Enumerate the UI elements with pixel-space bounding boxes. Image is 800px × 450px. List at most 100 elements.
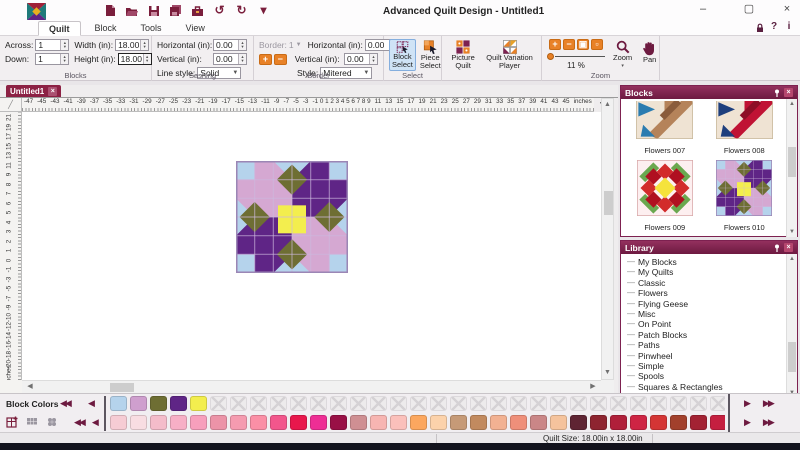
empty-color-slot[interactable] (450, 396, 467, 411)
empty-color-slot[interactable] (710, 396, 725, 411)
pin-icon[interactable] (773, 244, 781, 252)
fabric-color-swatch[interactable] (350, 415, 367, 430)
library-item-on-point[interactable]: —On Point (627, 319, 784, 329)
fabric-color-swatch[interactable] (190, 415, 207, 430)
save-as-icon[interactable] (169, 4, 182, 17)
across-spinner[interactable]: ▴▾ (60, 40, 68, 50)
library-scroll-thumb[interactable] (788, 342, 796, 372)
library-item-misc[interactable]: —Misc (627, 309, 784, 319)
library-item-flying-geese[interactable]: —Flying Geese (627, 299, 784, 309)
sashing-vertical-spinner[interactable]: ▴▾ (238, 54, 246, 64)
scroll-left-icon[interactable]: ◀ (24, 381, 36, 393)
fabric-color-swatch[interactable] (150, 415, 167, 430)
block-color-swatch[interactable] (190, 396, 207, 411)
restore-button[interactable]: ▢ (734, 2, 764, 17)
tab-block[interactable]: Block (85, 21, 127, 36)
fabric-color-swatch[interactable] (630, 415, 647, 430)
zoom-fit-icon[interactable]: ▣ (577, 39, 589, 50)
scroll-up-icon[interactable]: ▲ (787, 99, 797, 109)
quilt-block[interactable] (236, 161, 348, 273)
block-color-swatch[interactable] (110, 396, 127, 411)
empty-color-slot[interactable] (390, 396, 407, 411)
empty-color-slot[interactable] (630, 396, 647, 411)
empty-color-slot[interactable] (270, 396, 287, 411)
lock-icon[interactable] (755, 23, 765, 33)
tab-view[interactable]: View (176, 21, 215, 36)
fabric-color-swatch[interactable] (510, 415, 527, 430)
width-spinner[interactable]: ▴▾ (140, 40, 148, 50)
redo-icon[interactable]: ↻ (235, 4, 248, 17)
scroll-right-icon[interactable]: ▶ (587, 381, 599, 393)
library-item-patch-blocks[interactable]: —Patch Blocks (627, 330, 784, 340)
fabric-color-swatch[interactable] (490, 415, 507, 430)
empty-color-slot[interactable] (230, 396, 247, 411)
fabric-color-swatch[interactable] (550, 415, 567, 430)
empty-color-slot[interactable] (530, 396, 547, 411)
block-color-swatch[interactable] (170, 396, 187, 411)
forward-fabrics-icon[interactable]: ▶▶ (763, 417, 773, 428)
block-thumbnail-flowers-010[interactable]: Flowers 010 (705, 160, 785, 237)
scroll-up-icon[interactable]: ▲ (602, 99, 613, 111)
library-panel-scrollbar[interactable]: ▲ ▼ (786, 254, 797, 398)
library-item-squares-rectangles[interactable]: —Squares & Rectangles (627, 382, 784, 392)
palette-grid-icon[interactable] (26, 416, 38, 428)
pan-button[interactable]: Pan (640, 39, 659, 71)
quilt-variation-player-button[interactable]: Quilt Variation Player (483, 39, 536, 71)
fabric-color-swatch[interactable] (450, 415, 467, 430)
empty-color-slot[interactable] (410, 396, 427, 411)
block-color-swatch[interactable] (130, 396, 147, 411)
fabric-color-swatch[interactable] (250, 415, 267, 430)
next-color-icon[interactable]: ▶ (744, 398, 749, 409)
new-quilt-icon[interactable] (103, 4, 116, 17)
fabric-color-swatch[interactable] (130, 415, 147, 430)
fabric-color-swatch[interactable] (330, 415, 347, 430)
horizontal-scrollbar[interactable]: ◀ ▶ (22, 380, 601, 393)
fabric-color-swatch[interactable] (670, 415, 687, 430)
empty-color-slot[interactable] (650, 396, 667, 411)
export-icon[interactable] (191, 4, 204, 17)
library-panel-close-icon[interactable]: × (784, 243, 793, 252)
empty-color-slot[interactable] (670, 396, 687, 411)
fabric-color-swatch[interactable] (650, 415, 667, 430)
fabric-color-swatch[interactable] (170, 415, 187, 430)
empty-color-slot[interactable] (310, 396, 327, 411)
border-vertical-input[interactable]: 0.00▴▾ (344, 53, 378, 65)
undo-icon[interactable]: ↺ (213, 4, 226, 17)
empty-color-slot[interactable] (550, 396, 567, 411)
help-icon[interactable]: ? (767, 21, 781, 32)
library-item-my-blocks[interactable]: —My Blocks (627, 257, 784, 267)
down-spinner[interactable]: ▴▾ (60, 54, 68, 64)
library-item-paths[interactable]: —Paths (627, 340, 784, 350)
fabric-color-swatch[interactable] (590, 415, 607, 430)
fabric-color-swatch[interactable] (390, 415, 407, 430)
empty-color-slot[interactable] (610, 396, 627, 411)
document-tab-close-icon[interactable]: × (48, 87, 57, 96)
add-border-button[interactable]: + (259, 54, 272, 65)
zoom-slider[interactable] (547, 53, 605, 61)
empty-color-slot[interactable] (570, 396, 587, 411)
fabric-color-swatch[interactable] (110, 415, 127, 430)
tab-tools[interactable]: Tools (131, 21, 172, 36)
blocks-panel-scrollbar[interactable]: ▲ ▼ (786, 99, 797, 237)
open-icon[interactable] (125, 4, 138, 17)
height-input[interactable]: 18.00▴▾ (118, 53, 152, 65)
fabric-color-swatch[interactable] (470, 415, 487, 430)
fabric-color-swatch[interactable] (570, 415, 587, 430)
library-item-simple[interactable]: —Simple (627, 361, 784, 371)
empty-color-slot[interactable] (490, 396, 507, 411)
minimize-button[interactable]: – (688, 2, 718, 17)
empty-color-slot[interactable] (250, 396, 267, 411)
document-tab[interactable]: Untitled1 × (6, 85, 61, 97)
scroll-down-icon[interactable]: ▼ (602, 367, 613, 379)
vertical-scrollbar[interactable]: ▲ ▼ (601, 98, 614, 380)
next-fabric-icon[interactable]: ▶ (744, 417, 749, 428)
width-input[interactable]: 18.00▴▾ (115, 39, 149, 51)
down-input[interactable]: 1▴▾ (35, 53, 69, 65)
horizontal-scroll-thumb[interactable] (110, 383, 134, 392)
add-palette-icon[interactable] (6, 416, 18, 428)
fabric-color-swatch[interactable] (710, 415, 725, 430)
blocks-panel-close-icon[interactable]: × (784, 88, 793, 97)
fabric-color-swatch[interactable] (430, 415, 447, 430)
sashing-horizontal-spinner[interactable]: ▴▾ (238, 40, 246, 50)
block-thumbnail-flowers-007[interactable]: Flowers 007 (625, 101, 705, 160)
